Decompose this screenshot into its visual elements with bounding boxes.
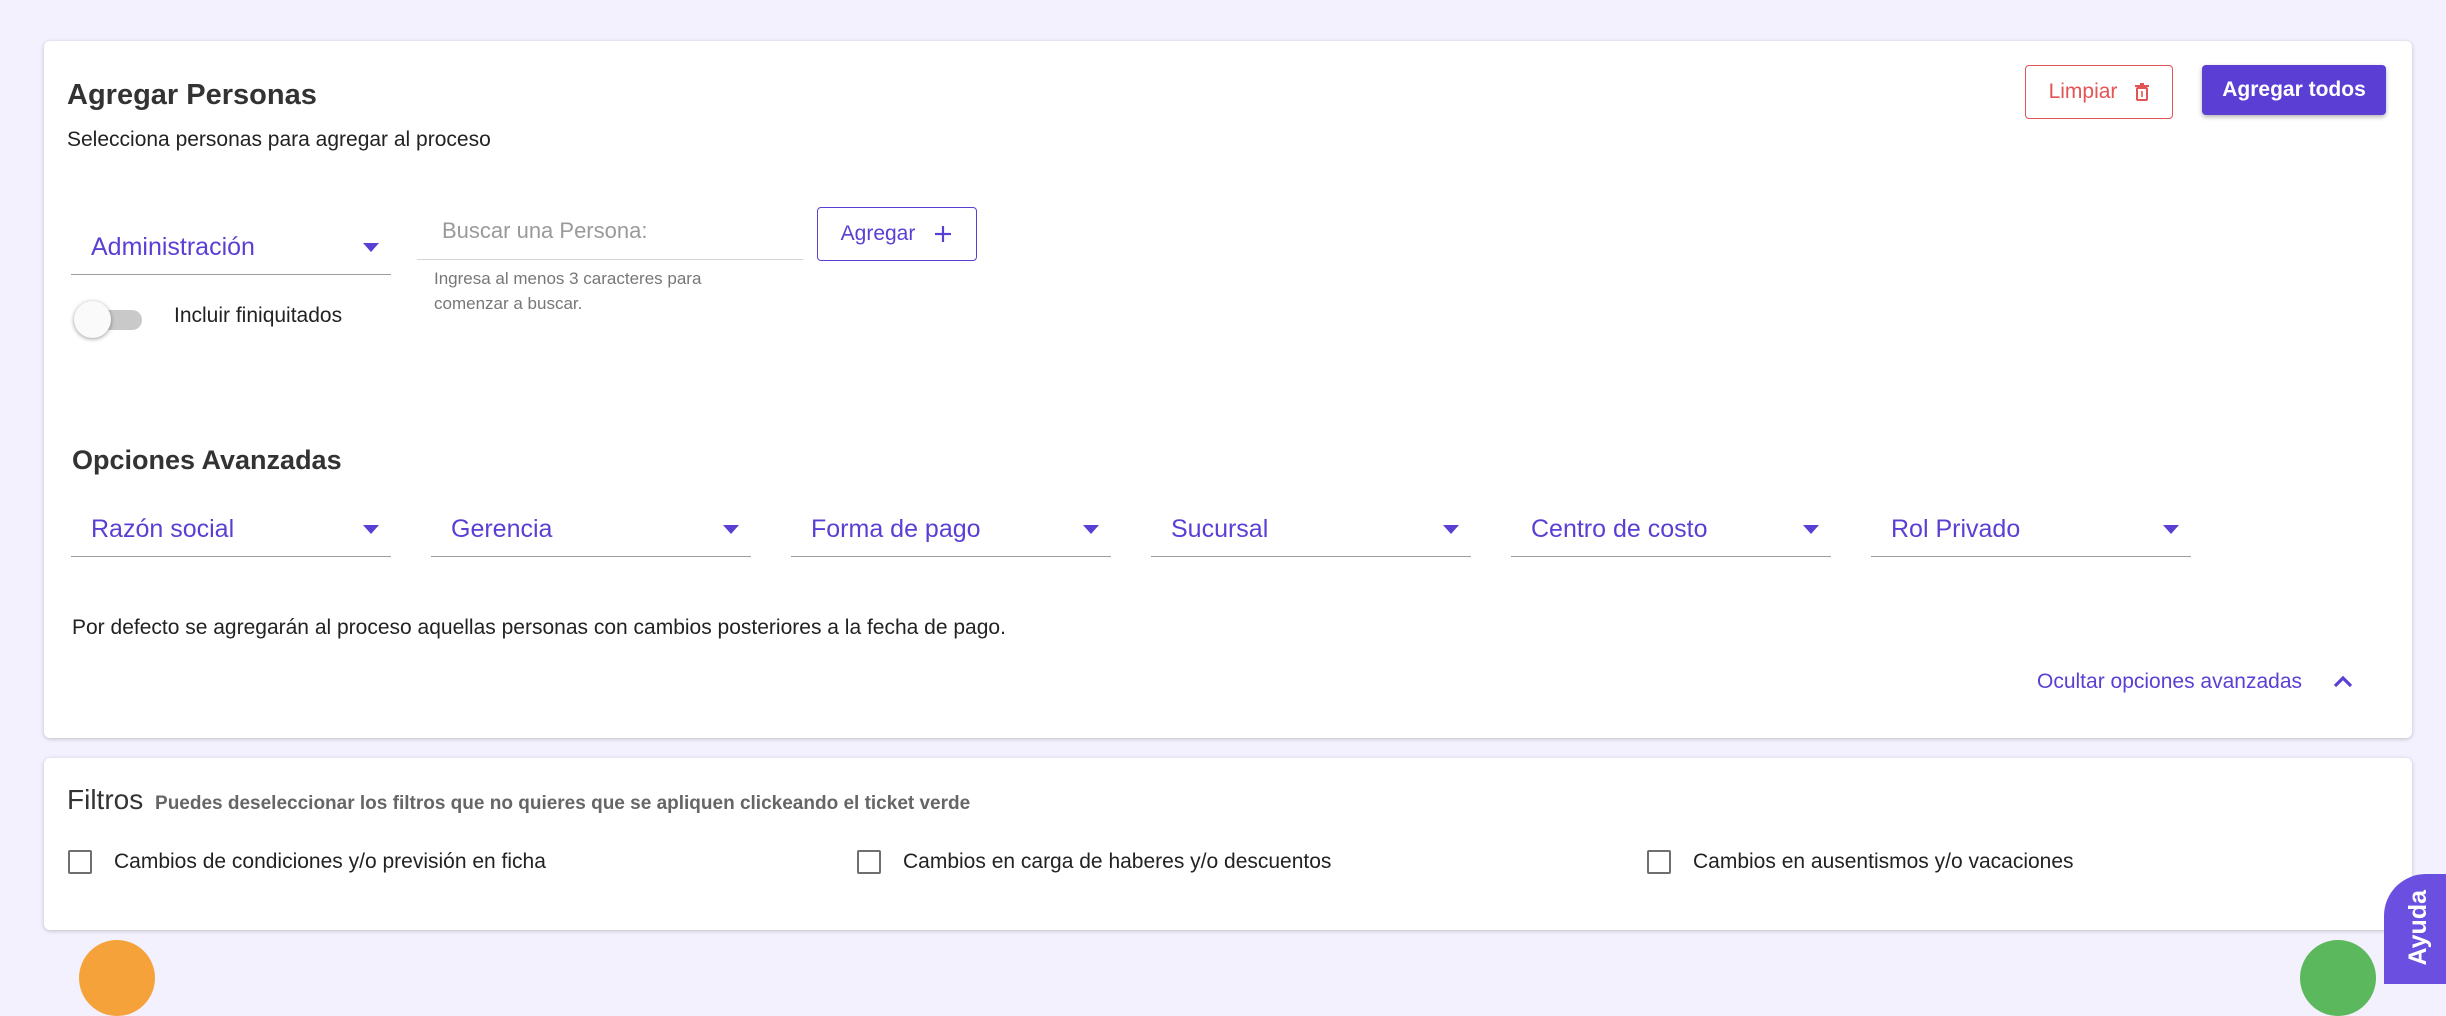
filters-subtitle: Puedes deseleccionar los filtros que no … (155, 793, 971, 814)
filters-card: Filtros Puedes deseleccionar los filtros… (44, 758, 2412, 930)
select-gerencia[interactable]: Gerencia (431, 503, 751, 557)
select-value: Sucursal (1171, 515, 1269, 543)
select-value: Rol Privado (1891, 515, 2021, 543)
trash-icon (2135, 83, 2150, 101)
page-subtitle: Selecciona personas para agregar al proc… (67, 128, 491, 151)
chevron-down-icon (1803, 525, 1819, 534)
search-field (417, 203, 803, 260)
plus-icon (935, 226, 952, 242)
add-people-card: Agregar Personas Selecciona personas par… (44, 41, 2412, 738)
hide-advanced-label: Ocultar opciones avanzadas (2037, 670, 2302, 693)
filters-heading: Filtros (67, 784, 144, 815)
hide-advanced-options-link[interactable]: Ocultar opciones avanzadas (2037, 670, 2354, 694)
page-title: Agregar Personas (67, 79, 317, 111)
filter-label: Cambios en carga de haberes y/o descuent… (903, 850, 1332, 873)
add-person-button[interactable]: Agregar (817, 207, 977, 261)
checkbox[interactable] (68, 850, 92, 874)
toggle-knob (74, 301, 111, 338)
select-sucursal[interactable]: Sucursal (1151, 503, 1471, 557)
select-value: Gerencia (451, 515, 553, 543)
checkbox[interactable] (857, 850, 881, 874)
clear-button-label: Limpiar (2048, 80, 2118, 103)
select-value: Forma de pago (811, 515, 981, 543)
chevron-down-icon (363, 525, 379, 534)
area-select[interactable]: Administración (71, 221, 391, 275)
filter-label: Cambios en ausentismos y/o vacaciones (1693, 850, 2074, 873)
toggle-label: Incluir finiquitados (174, 304, 343, 327)
select-rol-privado[interactable]: Rol Privado (1871, 503, 2191, 557)
include-terminated-toggle[interactable] (74, 299, 146, 339)
checkbox[interactable] (1647, 850, 1671, 874)
orange-floating-button[interactable] (79, 940, 155, 1016)
chevron-down-icon (363, 243, 379, 252)
search-input[interactable] (417, 203, 803, 259)
area-select-value: Administración (91, 233, 255, 261)
green-floating-button[interactable] (2300, 940, 2376, 1016)
add-all-button[interactable]: Agregar todos (2202, 65, 2386, 115)
select-razon-social[interactable]: Razón social (71, 503, 391, 557)
select-value: Razón social (91, 515, 235, 543)
advanced-options-title: Opciones Avanzadas (72, 445, 342, 475)
chevron-down-icon (2163, 525, 2179, 534)
search-hint: Ingresa al menos 3 caracteres para comen… (434, 269, 702, 313)
default-note: Por defecto se agregarán al proceso aque… (72, 616, 1006, 639)
help-label: Ayuda (2404, 890, 2432, 966)
filter-checkbox-item[interactable]: Cambios de condiciones y/o previsión en … (68, 850, 546, 874)
filter-label: Cambios de condiciones y/o previsión en … (114, 850, 546, 873)
help-tab[interactable]: Ayuda (2384, 874, 2446, 984)
filter-checkbox-item[interactable]: Cambios en carga de haberes y/o descuent… (857, 850, 1331, 874)
filter-checkbox-item[interactable]: Cambios en ausentismos y/o vacaciones (1647, 850, 2074, 874)
select-forma-de-pago[interactable]: Forma de pago (791, 503, 1111, 557)
chevron-down-icon (723, 525, 739, 534)
select-centro-de-costo[interactable]: Centro de costo (1511, 503, 1831, 557)
filters-title: Filtros Puedes deseleccionar los filtros… (67, 784, 970, 816)
clear-button[interactable]: Limpiar (2025, 65, 2173, 119)
add-person-button-label: Agregar (840, 222, 916, 245)
chevron-down-icon (1443, 525, 1459, 534)
chevron-down-icon (1083, 525, 1099, 534)
chevron-up-icon (2333, 675, 2353, 688)
select-value: Centro de costo (1531, 515, 1708, 543)
